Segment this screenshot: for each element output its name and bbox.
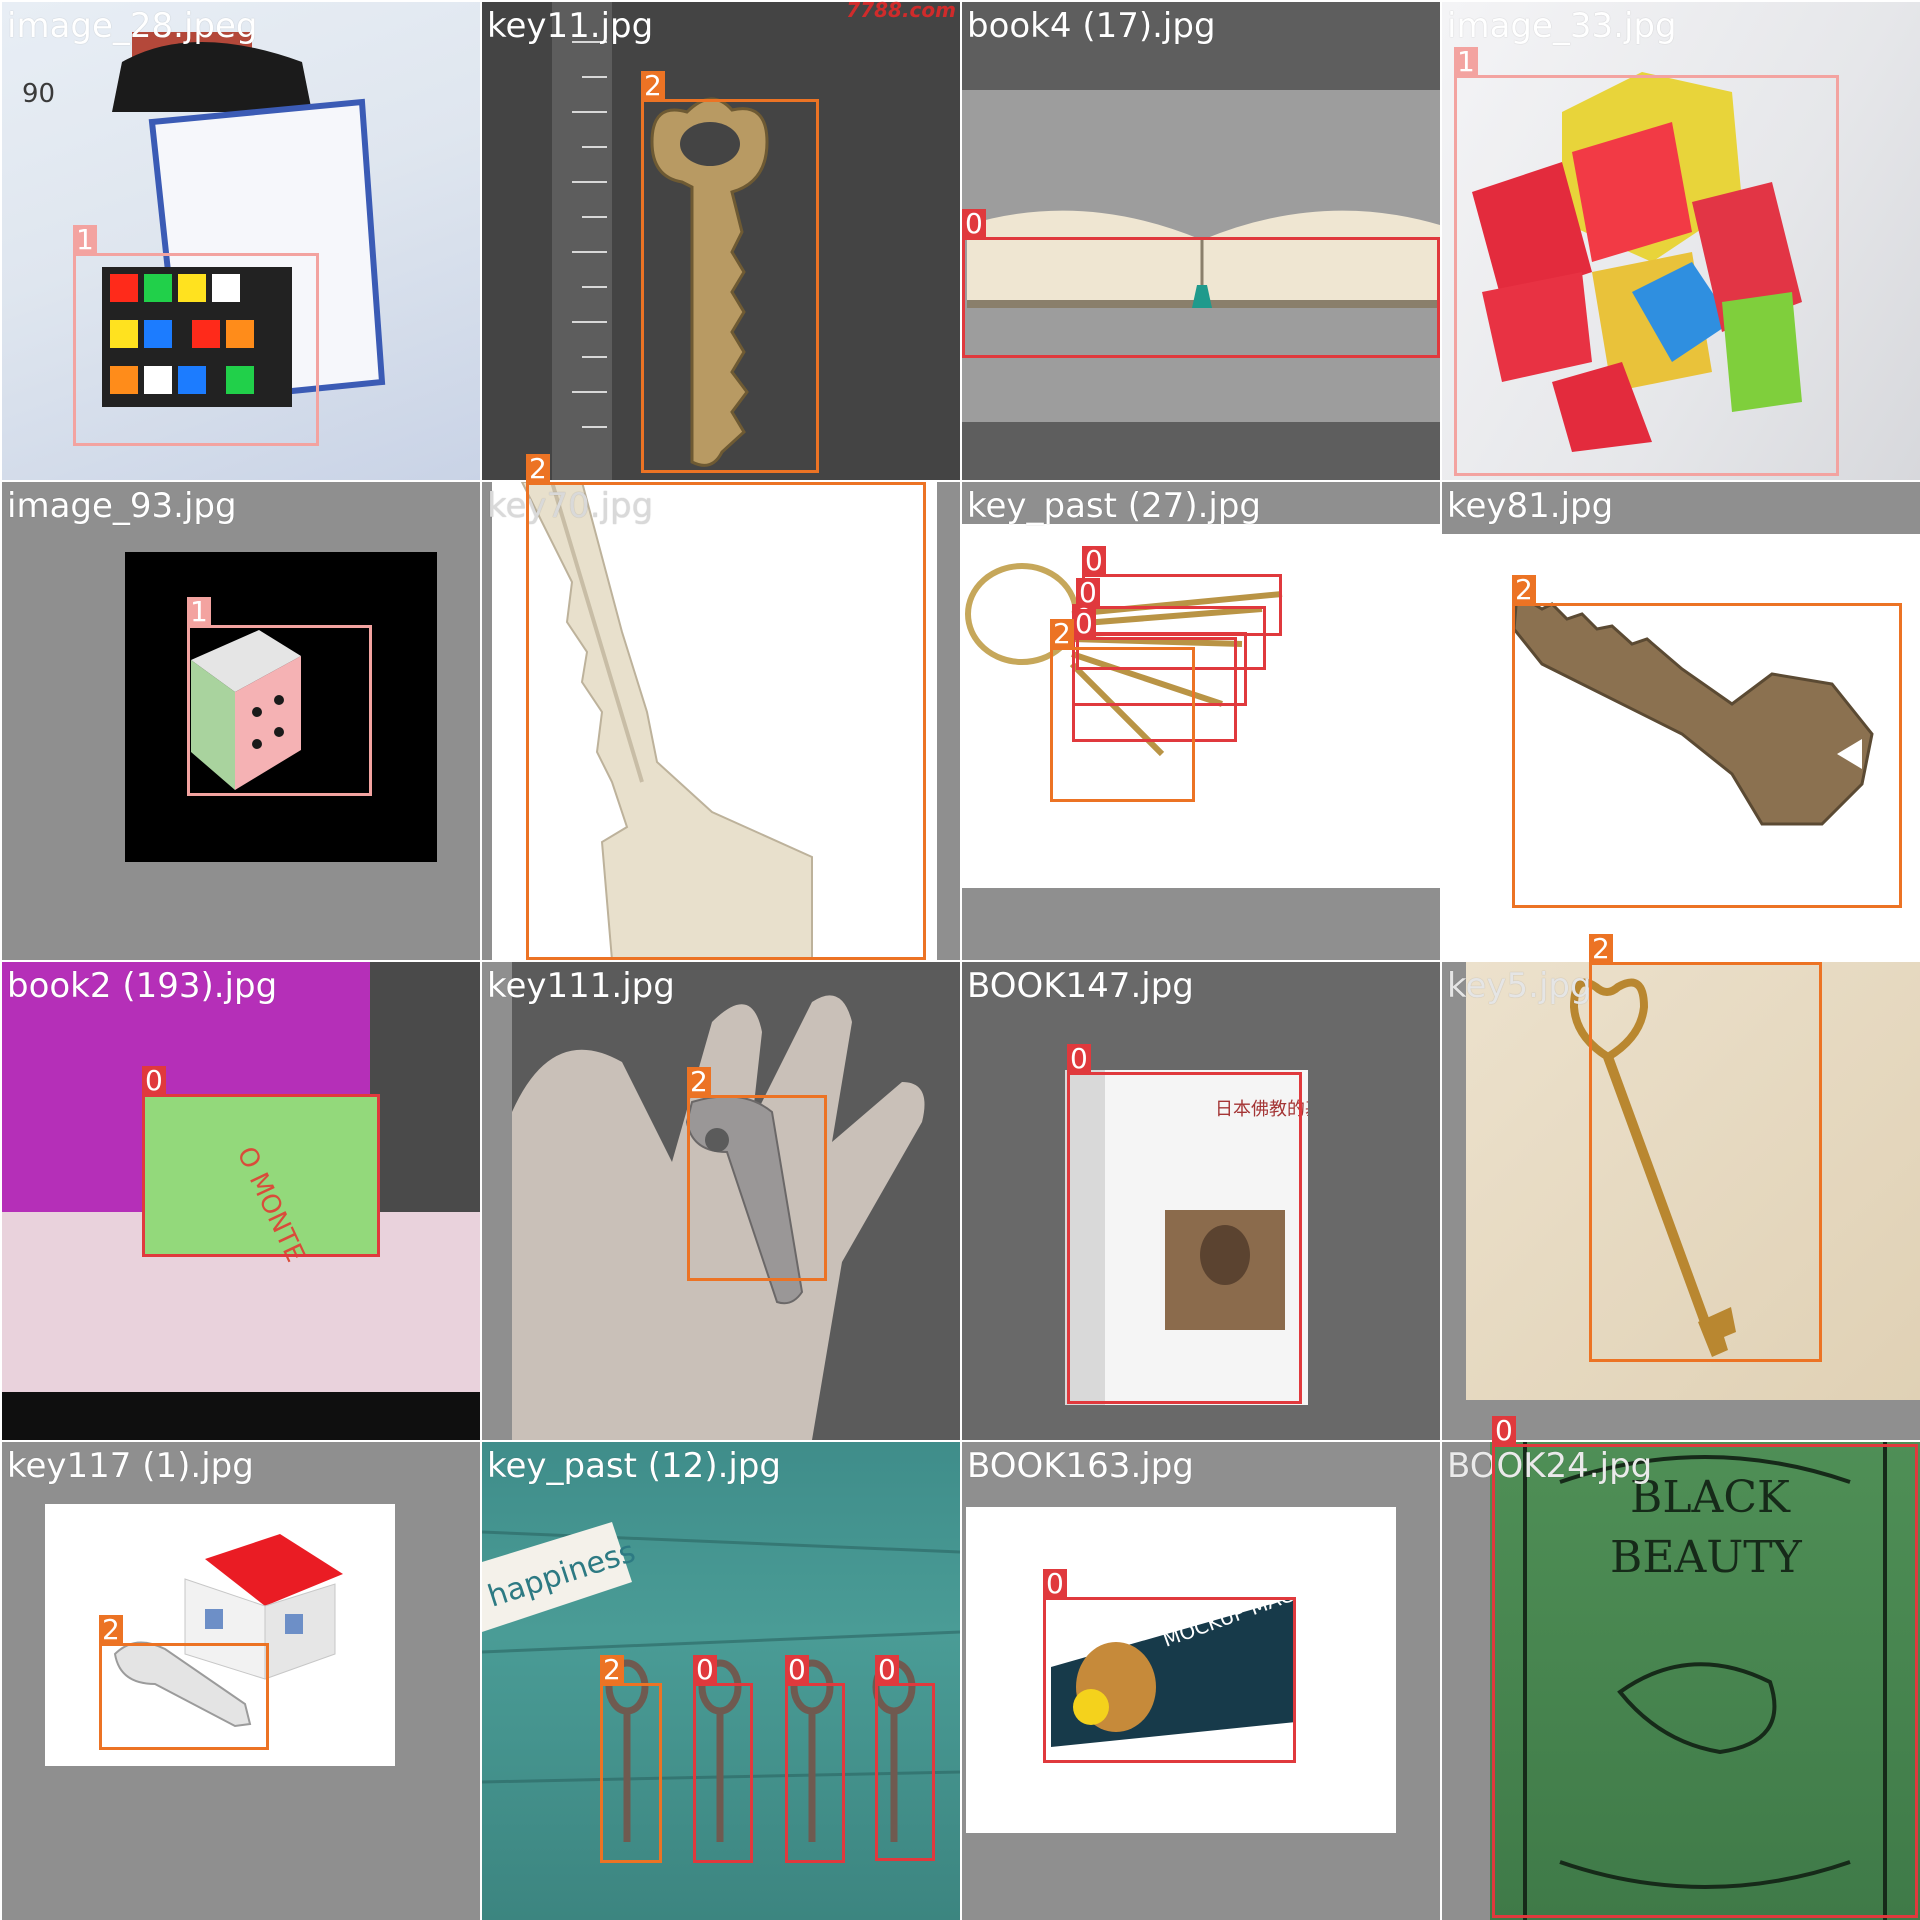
bounding-box[interactable]: 2 xyxy=(600,1655,662,1863)
bounding-box[interactable]: 0 xyxy=(1043,1569,1296,1763)
class-id-tag: 1 xyxy=(187,597,211,627)
tile-filename: book4 (17).jpg xyxy=(967,6,1216,46)
class-id-tag: 2 xyxy=(1050,619,1074,649)
tile-filename: key111.jpg xyxy=(487,966,675,1006)
bounding-box[interactable]: 1 xyxy=(73,225,319,446)
bounding-box[interactable]: 2 xyxy=(99,1615,269,1750)
class-id-tag: 0 xyxy=(1072,609,1096,639)
tile-book4-17[interactable]: book4 (17).jpg 0 xyxy=(962,2,1440,480)
bounding-box[interactable]: 2 xyxy=(641,71,819,473)
bounding-box[interactable]: 2 xyxy=(526,454,926,960)
tile-image-93[interactable]: image_93.jpg 1 xyxy=(2,482,480,960)
bounding-box[interactable]: 0 xyxy=(1067,1044,1302,1404)
tile-filename: BOOK147.jpg xyxy=(967,966,1194,1006)
class-id-tag: 0 xyxy=(875,1655,899,1685)
tile-filename: key117 (1).jpg xyxy=(7,1446,254,1486)
tile-key81[interactable]: key81.jpg 2 xyxy=(1442,482,1920,960)
tile-image-28[interactable]: 90 image_28.jpeg 1 xyxy=(2,2,480,480)
bounding-box[interactable]: 0 xyxy=(875,1655,935,1861)
detection-mosaic: 90 image_28.jpeg 1 key11.jpg 7788.com 2 … xyxy=(0,0,1920,1920)
tile-key117-1[interactable]: key117 (1).jpg 2 xyxy=(2,1442,480,1920)
tile-image-33[interactable]: image_33.jpg 1 xyxy=(1442,2,1920,480)
tile-book24[interactable]: BLACK BEAUTY BOOK24.jpg 0 xyxy=(1442,1416,1920,1920)
tile-filename: book2 (193).jpg xyxy=(7,966,278,1006)
tile-key-past-27[interactable]: key_past (27).jpg 0 0 0 0 2 xyxy=(962,482,1440,960)
class-id-tag: 2 xyxy=(687,1067,711,1097)
tile-filename: BOOK163.jpg xyxy=(967,1446,1194,1486)
tile-filename: key81.jpg xyxy=(1447,486,1614,526)
class-id-tag: 2 xyxy=(526,454,550,484)
class-id-tag: 0 xyxy=(1067,1044,1091,1074)
tile-key-past-12[interactable]: happiness key_past (12).jpg 2 0 0 0 xyxy=(482,1442,960,1920)
tile-book147[interactable]: 日本佛教的基础 BOOK147.jpg 0 xyxy=(962,962,1440,1440)
tile-filename: key11.jpg xyxy=(487,6,654,46)
class-id-tag: 2 xyxy=(600,1655,624,1685)
tile-key11[interactable]: key11.jpg 7788.com 2 xyxy=(482,0,960,480)
tile-filename: key_past (27).jpg xyxy=(967,486,1261,526)
bounding-box[interactable]: 1 xyxy=(187,597,372,796)
tile-filename: image_28.jpeg xyxy=(7,6,258,46)
svg-text:90: 90 xyxy=(22,79,55,109)
tile-filename: key5.jpg xyxy=(1447,966,1592,1006)
watermark-text: 7788.com xyxy=(846,0,956,22)
bounding-box[interactable]: 0 xyxy=(1492,1416,1918,1918)
class-id-tag: 0 xyxy=(1082,546,1106,576)
class-id-tag: 2 xyxy=(1512,575,1536,605)
bounding-box[interactable]: 2 xyxy=(1050,619,1195,802)
class-id-tag: 1 xyxy=(73,225,97,255)
class-id-tag: 2 xyxy=(1589,934,1613,964)
class-id-tag: 0 xyxy=(1043,1569,1067,1599)
class-id-tag: 0 xyxy=(142,1066,166,1096)
tile-book2-193[interactable]: O MONTE book2 (193).jpg 0 xyxy=(2,962,480,1440)
bounding-box[interactable]: 2 xyxy=(1589,934,1822,1362)
class-id-tag: 0 xyxy=(785,1655,809,1685)
class-id-tag: 1 xyxy=(1454,47,1478,77)
tile-filename: image_93.jpg xyxy=(7,486,237,526)
tile-key70[interactable]: key70.jpg 2 xyxy=(482,454,960,960)
class-id-tag: 0 xyxy=(962,209,986,239)
tile-filename: image_33.jpg xyxy=(1447,6,1677,46)
class-id-tag: 2 xyxy=(641,71,665,101)
tile-book163[interactable]: MOCKUP MAGAZINE BOOK163.jpg 0 xyxy=(962,1442,1440,1920)
tile-key111[interactable]: key111.jpg 2 xyxy=(482,962,960,1440)
class-id-tag: 0 xyxy=(693,1655,717,1685)
bounding-box[interactable]: 1 xyxy=(1454,47,1839,476)
bounding-box[interactable]: 0 xyxy=(142,1066,380,1257)
tile-key5[interactable]: key5.jpg 2 xyxy=(1442,934,1920,1440)
class-id-tag: 2 xyxy=(99,1615,123,1645)
bounding-box[interactable]: 0 xyxy=(693,1655,753,1863)
bounding-box[interactable]: 0 xyxy=(962,209,1440,358)
bounding-box[interactable]: 2 xyxy=(1512,575,1902,908)
bounding-box[interactable]: 2 xyxy=(687,1067,827,1281)
class-id-tag: 0 xyxy=(1492,1416,1516,1446)
tile-filename: key_past (12).jpg xyxy=(487,1446,781,1486)
bounding-box[interactable]: 0 xyxy=(785,1655,845,1863)
